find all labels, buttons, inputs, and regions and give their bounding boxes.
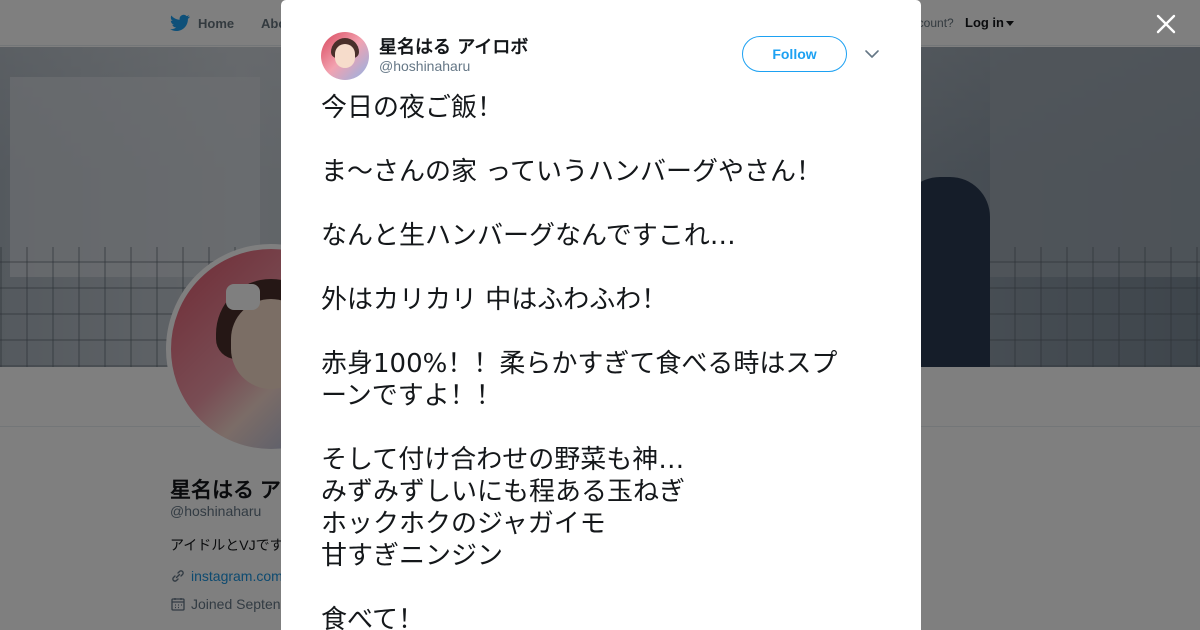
close-icon [1156,14,1176,34]
close-modal-button[interactable] [1152,10,1180,38]
tweet-text-line: 甘すぎニンジン [321,541,504,571]
tweet-text-line: なんと生ハンバーグなんですこれ… [321,221,736,251]
tweet-text-line: みずみずしいにも程ある玉ねぎ [321,477,686,507]
tweet-modal: 星名はる アイロボ @hoshinaharu Follow 今日の夜ご飯！ ま〜… [281,0,921,630]
tweet-text-line [321,252,881,284]
tweet-text-line: ま〜さんの家 っていうハンバーグやさん！ [321,157,822,187]
tweet-text-line: ーンですよ！！ [321,381,502,411]
tweet-text-line: そして付け合わせの野菜も神… [321,445,685,475]
tweet-more-menu[interactable] [864,47,880,61]
tweet-text-line [321,124,881,156]
tweet-author-name[interactable]: 星名はる アイロボ [379,33,528,59]
follow-button[interactable]: Follow [742,36,847,72]
tweet-author-avatar[interactable] [321,32,369,80]
chevron-down-icon [865,50,879,58]
tweet-author-handle[interactable]: @hoshinaharu [379,58,470,74]
tweet-text-line [321,412,881,444]
tweet-text: 今日の夜ご飯！ ま〜さんの家 っていうハンバーグやさん！ なんと生ハンバーグなん… [321,92,881,630]
tweet-text-line: ホックホクのジャガイモ [321,509,606,539]
tweet-text-line: 今日の夜ご飯！ [321,93,504,123]
tweet-text-line [321,316,881,348]
tweet-text-line [321,572,881,604]
tweet-text-line: 食べて！ [321,605,424,630]
tweet-text-line [321,188,881,220]
tweet-text-line: 赤身100%！！柔らかすぎて食べる時はスプ [321,349,838,379]
tweet-text-line: 外はカリカリ 中はふわふわ！ [321,285,668,315]
